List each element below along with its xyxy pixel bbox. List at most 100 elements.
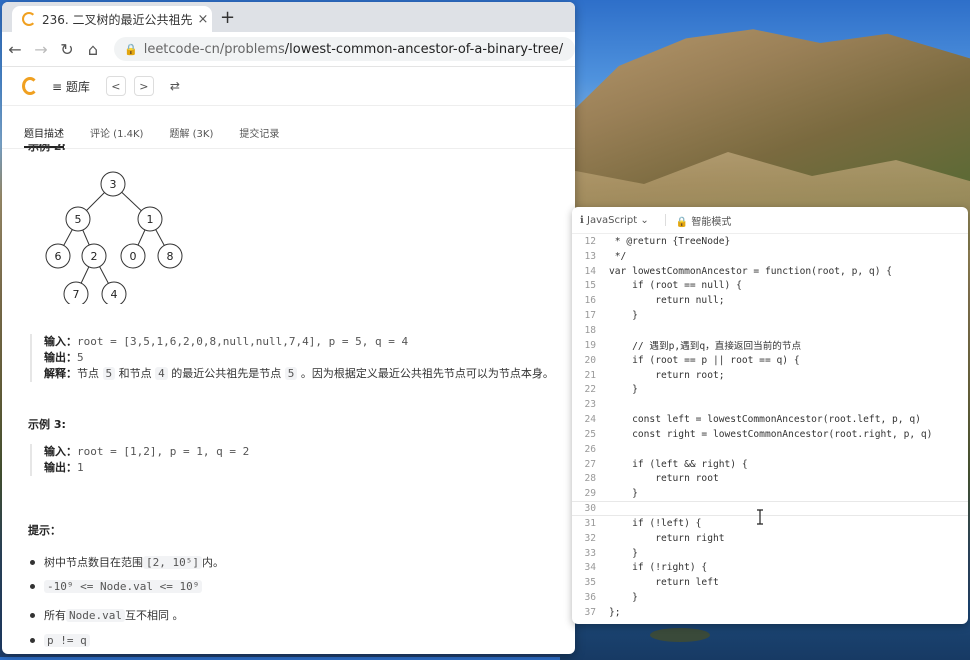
code-line[interactable]: 14 var lowestCommonAncestor = function(ro… <box>572 264 968 279</box>
code-line[interactable]: 15 if (root == null) { <box>572 279 968 294</box>
code-text: return right <box>609 532 725 544</box>
code-line[interactable]: 12 * @return {TreeNode} <box>572 234 968 249</box>
constraint-item: 所有 Node.val 互不相同 。 <box>30 607 183 623</box>
constraint-text: 内。 <box>201 556 224 569</box>
close-tab-icon[interactable]: × <box>194 12 212 27</box>
code-line[interactable]: 19 // 遇到p,遇到q，直接返回当前的节点 <box>572 338 968 353</box>
code-text: if (!right) { <box>609 562 708 574</box>
code-line[interactable]: 25 const right = lowestCommonAncestor(ro… <box>572 427 968 442</box>
code-line[interactable]: 24 const left = lowestCommonAncestor(roo… <box>572 412 968 427</box>
code-line[interactable]: 13 */ <box>572 249 968 264</box>
problem-list-menu[interactable]: ≡ 题库 <box>52 78 90 95</box>
code-chip: 4 <box>155 367 168 380</box>
tree-node-label: 7 <box>73 288 80 301</box>
browser-tab[interactable]: 236. 二叉树的最近公共祖先 - 力 × <box>12 6 212 32</box>
code-text: if (root == null) { <box>609 280 742 292</box>
explain-text: 。因为根据定义最近公共祖先节点可以为节点本身。 <box>297 367 554 380</box>
input-label: 输入： <box>44 335 77 348</box>
info-icon: ℹ <box>580 214 584 226</box>
tree-node-label: 2 <box>91 250 98 263</box>
code-line[interactable]: 31 if (!left) { <box>572 516 968 531</box>
line-number: 30 <box>584 503 596 515</box>
code-line[interactable]: 36 } <box>572 590 968 605</box>
line-number: 26 <box>584 443 596 455</box>
code-line[interactable]: 35 return left <box>572 575 968 590</box>
example-2-title: 示例 2: <box>28 144 66 153</box>
line-number: 22 <box>584 384 596 396</box>
code-line[interactable]: 32 return right <box>572 531 968 546</box>
back-arrow-icon[interactable]: ← <box>2 40 28 59</box>
code-line[interactable]: 17 } <box>572 308 968 323</box>
explain-text: 和节点 <box>115 367 156 380</box>
code-text: * @return {TreeNode} <box>609 235 731 247</box>
code-text: return root <box>609 473 719 485</box>
code-line[interactable]: 34 if (!right) { <box>572 561 968 576</box>
shuffle-icon[interactable]: ⇄ <box>170 79 180 93</box>
line-number: 29 <box>584 488 596 500</box>
explain-text: 的最近公共祖先是节点 <box>167 367 285 380</box>
lock-icon: 🔒 <box>675 216 689 228</box>
code-line[interactable]: 37}; <box>572 605 968 620</box>
line-number: 36 <box>584 592 596 604</box>
url-input[interactable]: 🔒 leetcode-cn/problems/lowest-common-anc… <box>114 37 575 61</box>
language-label: JavaScript <box>587 214 638 226</box>
code-line[interactable]: 16 return null; <box>572 293 968 308</box>
code-text: return root; <box>609 369 725 381</box>
tree-node-label: 8 <box>167 250 174 263</box>
output-value: 1 <box>77 461 84 474</box>
prev-problem-button[interactable]: < <box>105 76 126 96</box>
code-chip: -10⁹ <= Node.val <= 10⁹ <box>44 580 203 593</box>
constraints-title: 提示： <box>28 524 61 537</box>
code-line[interactable]: 27 if (left && right) { <box>572 457 968 472</box>
code-line[interactable]: 21 return root; <box>572 368 968 383</box>
chevron-down-icon: ⌄ <box>640 214 649 226</box>
smart-mode-toggle[interactable]: 🔒 智能模式 <box>676 213 732 228</box>
tree-node-label: 5 <box>75 213 82 226</box>
output-label: 输出： <box>44 461 77 474</box>
line-number: 33 <box>584 547 596 559</box>
home-icon[interactable]: ⌂ <box>80 40 106 59</box>
bullet-icon <box>30 559 35 565</box>
bullet-icon <box>30 612 35 618</box>
code-text: const right = lowestCommonAncestor(root.… <box>609 428 933 440</box>
lock-icon: 🔒 <box>124 42 138 56</box>
code-line[interactable]: 30 <box>572 501 968 517</box>
code-line[interactable]: 28 return root <box>572 472 968 487</box>
line-number: 16 <box>584 295 596 307</box>
leetcode-logo-icon[interactable] <box>22 77 38 95</box>
code-line[interactable]: 23 <box>572 397 968 412</box>
forward-arrow-icon[interactable]: → <box>28 40 54 59</box>
line-number: 31 <box>584 517 596 529</box>
constraint-item: 树中节点数目在范围 [2, 10⁵] 内。 <box>30 554 224 570</box>
bullet-icon <box>30 584 35 589</box>
code-line[interactable]: 29 } <box>572 486 968 501</box>
code-text: if (left && right) { <box>609 458 748 470</box>
code-line[interactable]: 33 } <box>572 546 968 561</box>
input-value: root = [3,5,1,6,2,0,8,null,null,7,4], p … <box>77 335 409 348</box>
code-area[interactable]: 12 * @return {TreeNode} 13 */14 var lowest… <box>572 234 968 620</box>
code-line[interactable]: 20 if (root == p || root == q) { <box>572 353 968 368</box>
input-label: 输入： <box>44 445 77 458</box>
line-number: 13 <box>584 250 596 262</box>
code-line[interactable]: 26 <box>572 442 968 457</box>
code-line[interactable]: 22 } <box>572 382 968 397</box>
tree-node-label: 4 <box>111 288 118 301</box>
output-value: 5 <box>77 351 84 364</box>
toolbar-divider <box>664 214 666 226</box>
code-text: } <box>609 488 638 500</box>
new-tab-button[interactable]: + <box>220 7 235 28</box>
leetcode-header: ≡ 题库 < > ⇄ <box>2 67 575 106</box>
reload-icon[interactable]: ↻ <box>54 40 80 59</box>
line-number: 17 <box>584 310 596 322</box>
next-problem-button[interactable]: > <box>133 76 154 96</box>
language-select[interactable]: ℹ JavaScript ⌄ <box>580 215 649 226</box>
line-number: 27 <box>584 458 596 470</box>
url-path: /lowest-common-ancestor-of-a-binary-tree… <box>284 41 564 57</box>
code-text: } <box>609 592 638 604</box>
code-chip: 5 <box>284 367 298 380</box>
code-text: return null; <box>609 295 725 307</box>
bullet-icon <box>30 638 35 643</box>
code-line[interactable]: 18 <box>572 323 968 338</box>
constraint-text: 互不相同 。 <box>124 609 184 622</box>
url-host: leetcode-cn/problems <box>143 41 285 57</box>
